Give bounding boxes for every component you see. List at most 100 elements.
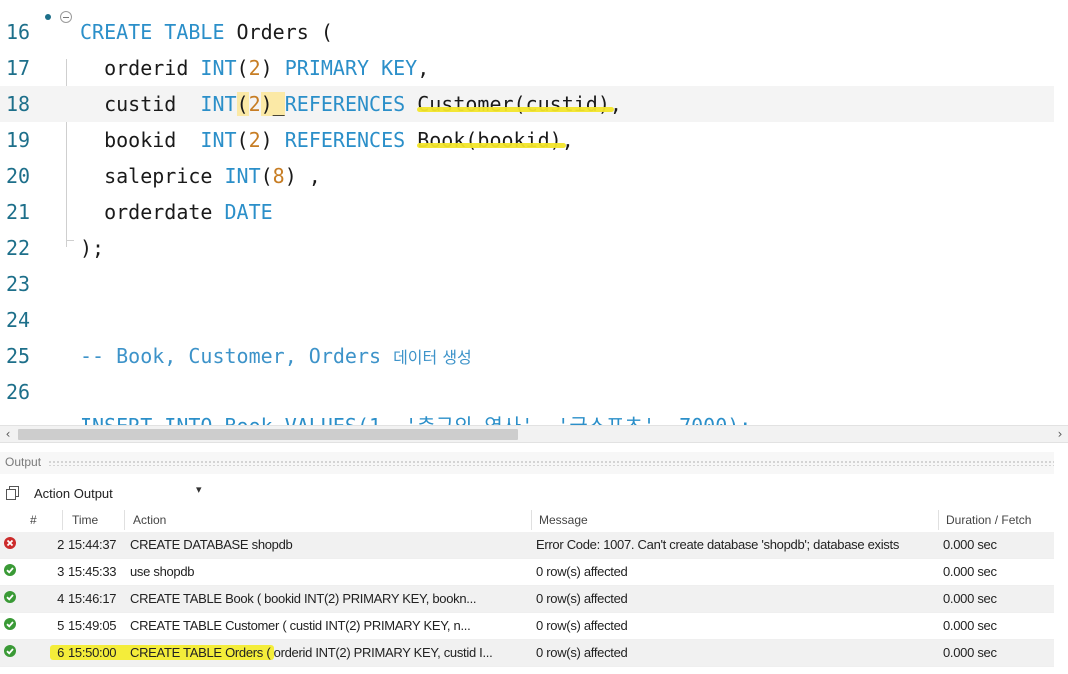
sql-text: ( xyxy=(236,56,249,80)
scroll-left-icon[interactable]: ‹ xyxy=(0,426,16,443)
code-text: saleprice INT(8) , xyxy=(80,158,321,194)
cell-time: 15:44:37 xyxy=(68,537,117,552)
editor-line-21[interactable]: 21 orderdate DATE xyxy=(0,194,1054,230)
code-text: CREATE TABLE Orders ( xyxy=(80,14,333,50)
editor-line-23[interactable]: 23 xyxy=(0,266,1054,302)
sql-keyword: INT xyxy=(200,128,237,152)
sql-keyword: INT xyxy=(224,164,261,188)
success-status-icon xyxy=(4,645,16,657)
cell-num: 5 xyxy=(57,618,64,633)
cell-duration: 0.000 sec xyxy=(943,645,997,660)
cell-duration: 0.000 sec xyxy=(943,618,997,633)
line-number: 18 xyxy=(6,92,31,116)
underlined-reference: Customer(custid) xyxy=(417,92,610,116)
cell-action: CREATE DATABASE shopdb xyxy=(130,537,293,552)
cell-time: 15:50:00 xyxy=(68,645,117,660)
sql-text: bookid xyxy=(80,128,201,152)
sql-text: custid xyxy=(80,92,201,116)
output-type-select[interactable]: Action Output xyxy=(34,486,113,501)
col-header-time[interactable]: Time xyxy=(72,513,98,527)
code-text: custid INT(2)_REFERENCES Customer(custid… xyxy=(80,86,622,122)
scrollbar-thumb[interactable] xyxy=(18,429,518,440)
editor-line-27-partial: INSERT INTO Book VALUES(1, '축구의 역사', '굿스… xyxy=(80,410,751,425)
output-row[interactable]: 2 15:44:37 CREATE DATABASE shopdb Error Cod… xyxy=(0,532,1054,559)
line-number: 17 xyxy=(6,56,31,80)
sql-text: ( xyxy=(260,164,273,188)
sql-text: ) xyxy=(260,128,285,152)
sql-keyword: INT xyxy=(200,56,237,80)
line-number: 26 xyxy=(6,380,31,404)
code-text: orderdate DATE xyxy=(80,194,273,230)
editor-line-19[interactable]: 19 bookid INT(2) REFERENCES Book(bookid)… xyxy=(0,122,1054,158)
line-number: 16 xyxy=(6,20,31,44)
editor-line-22[interactable]: 22); xyxy=(0,230,1054,266)
panel-grip[interactable] xyxy=(48,460,1054,466)
col-header-action[interactable]: Action xyxy=(133,513,166,527)
output-row[interactable]: 6 15:50:00 CREATE TABLE Orders ( orderid I… xyxy=(0,640,1054,667)
cell-time: 15:46:17 xyxy=(68,591,117,606)
success-status-icon xyxy=(4,591,16,603)
sql-text: saleprice xyxy=(80,164,225,188)
cell-message: Error Code: 1007. Can't create database … xyxy=(536,537,900,552)
cell-action: CREATE TABLE Orders ( orderid INT(2) PRI… xyxy=(130,645,493,660)
code-text: -- Book, Customer, Orders 데이터 생성 xyxy=(80,338,472,374)
editor-line-24[interactable]: 24 xyxy=(0,302,1054,338)
sql-editor[interactable]: 16 CREATE TABLE Orders (17 orderid INT(2)… xyxy=(0,0,1068,425)
scroll-right-icon[interactable]: › xyxy=(1052,426,1068,443)
error-status-icon xyxy=(4,537,16,549)
sql-keyword: INT xyxy=(200,92,237,116)
cell-num: 2 xyxy=(57,537,64,552)
cell-message: 0 row(s) affected xyxy=(536,564,628,579)
col-header-message[interactable]: Message xyxy=(539,513,588,527)
editor-line-17[interactable]: 17 orderid INT(2) PRIMARY KEY, xyxy=(0,50,1054,86)
code-text: ); xyxy=(80,230,104,266)
cell-message: 0 row(s) affected xyxy=(536,591,628,606)
sql-text: Orders ( xyxy=(224,20,333,44)
line-number: 25 xyxy=(6,344,31,368)
grid-header: # Time Action Message Duration / Fetch xyxy=(0,508,1054,532)
sql-text: orderdate xyxy=(80,200,225,224)
sql-keyword: PRIMARY KEY xyxy=(284,56,418,80)
editor-line-26[interactable]: 26 xyxy=(0,374,1054,410)
sql-keyword: REFERENCES xyxy=(284,128,406,152)
success-status-icon xyxy=(4,618,16,630)
sql-keyword: TABLE xyxy=(164,20,225,44)
sql-text: orderid xyxy=(80,56,201,80)
output-panel-title: Output xyxy=(5,455,42,469)
editor-line-18[interactable]: 18 custid INT(2)_REFERENCES Customer(cus… xyxy=(0,86,1054,122)
cell-num: 6 xyxy=(57,645,64,660)
action-output-grid: # Time Action Message Duration / Fetch 2… xyxy=(0,508,1054,667)
underlined-reference: Book(bookid) xyxy=(417,128,562,152)
line-number: 23 xyxy=(6,272,31,296)
sql-number: 2 xyxy=(248,92,261,116)
code-text: bookid INT(2) REFERENCES Book(bookid), xyxy=(80,122,574,158)
code-text: orderid INT(2) PRIMARY KEY, xyxy=(80,50,429,86)
output-row[interactable]: 4 15:46:17 CREATE TABLE Book ( bookid INT(… xyxy=(0,586,1054,613)
output-panel-header[interactable]: Output xyxy=(0,452,1054,474)
success-status-icon xyxy=(4,564,16,576)
output-row[interactable]: 5 15:49:05 CREATE TABLE Customer ( custid … xyxy=(0,613,1054,640)
sql-comment: 데이터 생성 xyxy=(393,348,472,367)
sql-number: 8 xyxy=(272,164,285,188)
editor-line-25[interactable]: 25 -- Book, Customer, Orders 데이터 생성 xyxy=(0,338,1054,374)
line-number: 21 xyxy=(6,200,31,224)
output-row[interactable]: 3 15:45:33 use shopdb 0 row(s) affected 0.00… xyxy=(0,559,1054,586)
col-header-duration[interactable]: Duration / Fetch xyxy=(946,513,1031,527)
line-number: 20 xyxy=(6,164,31,188)
editor-horizontal-scrollbar[interactable]: ‹ › xyxy=(0,425,1068,443)
cell-message: 0 row(s) affected xyxy=(536,645,628,660)
sql-text: ); xyxy=(80,236,105,260)
sql-text: ) xyxy=(260,56,285,80)
editor-line-16[interactable]: 16 CREATE TABLE Orders ( xyxy=(0,14,1054,50)
cell-time: 15:45:33 xyxy=(68,564,117,579)
col-header-num[interactable]: # xyxy=(30,513,37,527)
editor-line-20[interactable]: 20 saleprice INT(8) , xyxy=(0,158,1054,194)
chevron-down-icon[interactable]: ▾ xyxy=(196,483,202,496)
cell-num: 3 xyxy=(57,564,64,579)
copy-icon[interactable] xyxy=(6,486,19,500)
sql-comment: -- Book, Customer, Orders xyxy=(80,344,394,368)
sql-number: 2 xyxy=(248,56,261,80)
sql-number: 2 xyxy=(248,128,261,152)
